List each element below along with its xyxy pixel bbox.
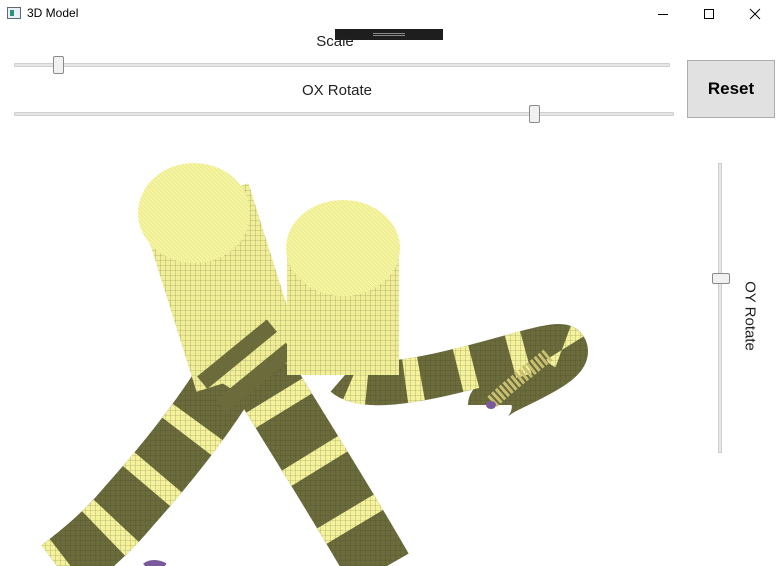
- maximize-icon[interactable]: [686, 0, 732, 28]
- tube-branch-lower-left: [41, 344, 266, 566]
- window-title: 3D Model: [27, 6, 79, 20]
- scale-slider-thumb[interactable]: [53, 56, 64, 74]
- oy-rotate-slider-track[interactable]: [718, 163, 722, 453]
- ox-rotate-slider-thumb[interactable]: [529, 105, 540, 123]
- title-bar: 3D Model: [0, 0, 777, 28]
- oy-rotate-label: OY Rotate: [741, 281, 759, 351]
- ox-rotate-label: OX Rotate: [301, 82, 373, 99]
- app-window-icon: [7, 7, 21, 19]
- oy-rotate-slider-thumb[interactable]: [712, 273, 730, 284]
- close-icon[interactable]: [732, 0, 777, 28]
- 3d-model-viewport[interactable]: [0, 130, 700, 566]
- ox-rotate-slider-track[interactable]: [14, 112, 674, 116]
- scale-slider-track[interactable]: [14, 63, 670, 67]
- scale-label: Scale: [316, 33, 354, 50]
- reset-button[interactable]: Reset: [687, 60, 775, 118]
- tube-cylinder-left: [138, 163, 304, 421]
- tube-cylinder-right: [286, 200, 400, 375]
- minimize-icon[interactable]: [640, 0, 686, 28]
- tube-model: [41, 163, 588, 566]
